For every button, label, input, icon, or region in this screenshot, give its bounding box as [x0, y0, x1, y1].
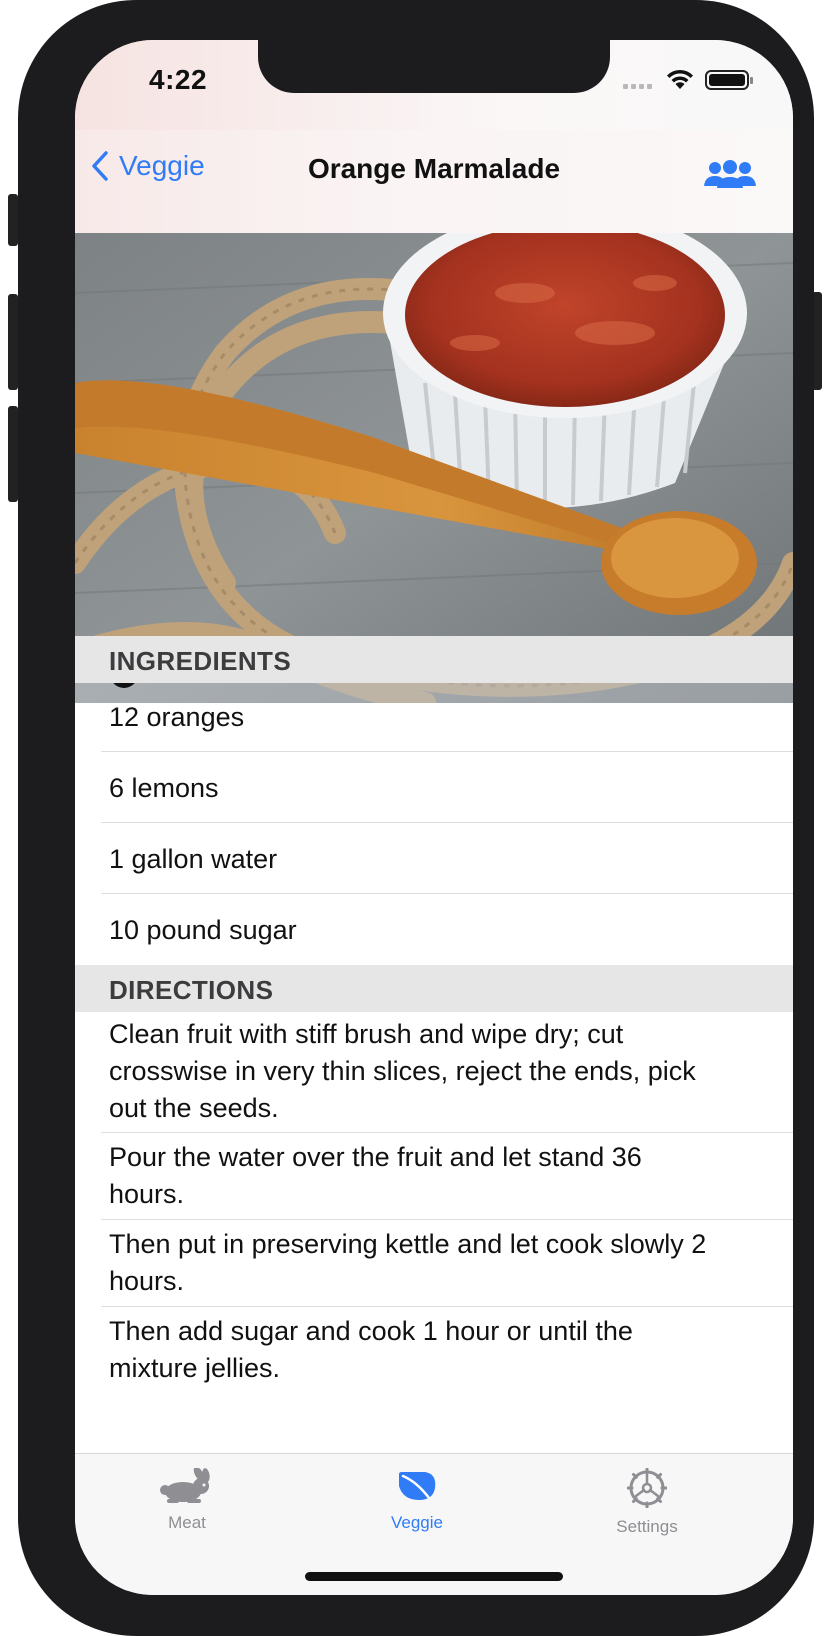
leaf-icon [399, 1472, 436, 1500]
notch [258, 40, 610, 93]
divider [101, 1219, 793, 1220]
phone-frame: 4:22 Veggie Orange Marmalade INGREDIENTS… [18, 0, 814, 1636]
battery-icon [705, 70, 753, 90]
direction-line: Clean fruit with stiff brush and wipe dr… [109, 1019, 624, 1049]
ingredients-header-label: INGREDIENTS [109, 646, 292, 676]
page-title: Orange Marmalade [307, 153, 561, 184]
tab-meat-label: Meat [168, 1513, 206, 1532]
direction-line: Then put in preserving kettle and let co… [109, 1229, 707, 1259]
tab-settings[interactable]: Settings [567, 1467, 727, 1537]
divider [101, 822, 793, 823]
wifi-icon [667, 69, 693, 89]
directions-header: DIRECTIONS [75, 965, 793, 1012]
ingredient-row: 6 lemons [109, 773, 219, 803]
direction-step: Clean fruit with stiff brush and wipe dr… [109, 1016, 759, 1127]
ingredient-row: 12 oranges [109, 702, 245, 732]
directions-header-label: DIRECTIONS [109, 975, 274, 1005]
recipe-photo: Source [75, 233, 793, 703]
direction-line: mixture jellies. [109, 1353, 281, 1383]
volume-down-button [8, 406, 18, 502]
tab-meat[interactable]: Meat [107, 1466, 267, 1533]
navigation-bar: Veggie Orange Marmalade [75, 130, 793, 234]
tab-settings-label: Settings [616, 1517, 678, 1536]
direction-line: crosswise in very thin slices, reject th… [109, 1056, 696, 1086]
tab-veggie-label: Veggie [391, 1513, 443, 1532]
cellular-signal-icon [623, 84, 657, 92]
direction-step: Then add sugar and cook 1 hour or until … [109, 1313, 759, 1387]
ingredient-row: 10 pound sugar [109, 915, 297, 945]
divider [101, 893, 793, 894]
divider [101, 1132, 793, 1133]
gear-icon [626, 1467, 668, 1509]
ingredients-header: INGREDIENTS [75, 636, 793, 683]
direction-line: hours. [109, 1179, 185, 1209]
direction-line: hours. [109, 1266, 185, 1296]
divider [101, 751, 793, 752]
direction-line: out the seeds. [109, 1093, 279, 1123]
volume-up-button [8, 294, 18, 390]
direction-line: Pour the water over the fruit and let st… [109, 1142, 642, 1172]
divider [101, 1306, 793, 1307]
tab-veggie[interactable]: Veggie [337, 1468, 497, 1533]
direction-line: Then add sugar and cook 1 hour or until … [109, 1316, 633, 1346]
direction-step: Then put in preserving kettle and let co… [109, 1226, 759, 1300]
ingredient-row: 1 gallon water [109, 844, 278, 874]
home-indicator[interactable] [305, 1572, 563, 1581]
status-time: 4:22 [149, 64, 208, 95]
people-group-icon[interactable] [703, 160, 757, 192]
mute-switch [8, 194, 18, 246]
direction-step: Pour the water over the fruit and let st… [109, 1139, 759, 1213]
marmalade-photo [75, 233, 793, 703]
screen: 4:22 Veggie Orange Marmalade INGREDIENTS… [75, 40, 793, 1595]
rabbit-icon [160, 1466, 210, 1503]
